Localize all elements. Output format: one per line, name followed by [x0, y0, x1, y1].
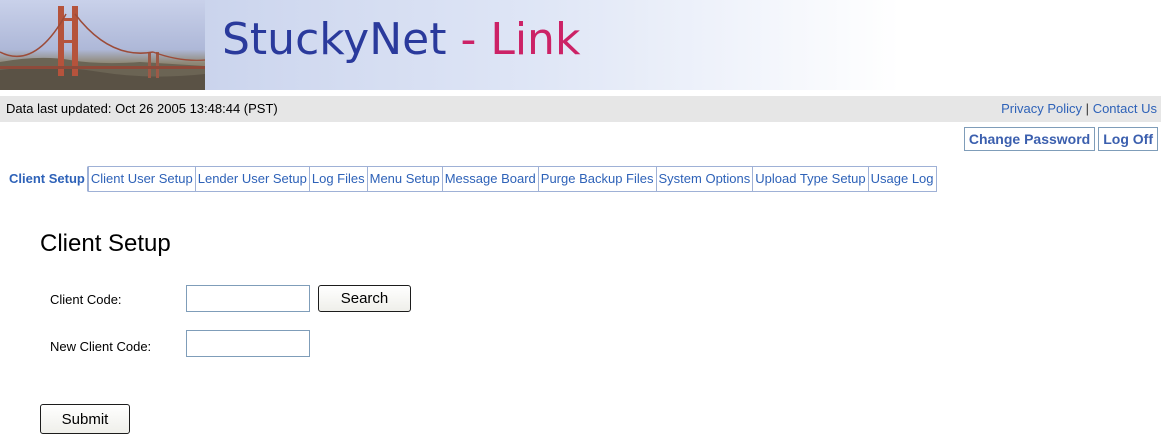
- brand-logo: StuckyNet - Link: [222, 14, 580, 66]
- data-updated-text: Data last updated: Oct 26 2005 13:48:44 …: [6, 101, 278, 116]
- tab-lender-user-setup[interactable]: Lender User Setup: [194, 166, 309, 192]
- tab-menu-setup[interactable]: Menu Setup: [366, 166, 442, 192]
- change-password-button[interactable]: Change Password: [963, 127, 1096, 151]
- tab-bar: Client Setup Client User Setup Lender Us…: [6, 166, 937, 192]
- status-bar: Data last updated: Oct 26 2005 13:48:44 …: [0, 96, 1161, 122]
- brand-name: StuckyNet: [222, 14, 447, 65]
- privacy-policy-link[interactable]: Privacy Policy: [1001, 101, 1082, 116]
- tab-purge-backup-files[interactable]: Purge Backup Files: [537, 166, 656, 192]
- tab-client-setup[interactable]: Client Setup: [6, 166, 88, 192]
- submit-button[interactable]: Submit: [40, 404, 130, 434]
- top-links: Privacy Policy | Contact Us: [1001, 101, 1157, 116]
- tab-message-board[interactable]: Message Board: [441, 166, 538, 192]
- client-code-label: Client Code:: [50, 292, 122, 307]
- log-off-button[interactable]: Log Off: [1098, 127, 1158, 151]
- link-separator: |: [1085, 101, 1090, 116]
- client-code-input[interactable]: [186, 285, 310, 312]
- header-banner: StuckyNet - Link: [0, 0, 1161, 90]
- brand-separator: -: [446, 14, 491, 65]
- contact-us-link[interactable]: Contact Us: [1093, 101, 1157, 116]
- account-actions: Change Password Log Off: [963, 127, 1158, 151]
- golden-gate-bridge-image: [0, 0, 206, 90]
- new-client-code-input[interactable]: [186, 330, 310, 357]
- new-client-code-label: New Client Code:: [50, 339, 152, 354]
- tab-client-user-setup[interactable]: Client User Setup: [87, 166, 195, 192]
- bridge-icon: [0, 6, 206, 90]
- brand-suffix: Link: [490, 14, 581, 65]
- search-button[interactable]: Search: [318, 285, 411, 312]
- tab-system-options[interactable]: System Options: [655, 166, 753, 192]
- page-title: Client Setup: [40, 230, 171, 257]
- tab-log-files[interactable]: Log Files: [308, 166, 367, 192]
- tab-usage-log[interactable]: Usage Log: [867, 166, 937, 192]
- tab-upload-type-setup[interactable]: Upload Type Setup: [752, 166, 868, 192]
